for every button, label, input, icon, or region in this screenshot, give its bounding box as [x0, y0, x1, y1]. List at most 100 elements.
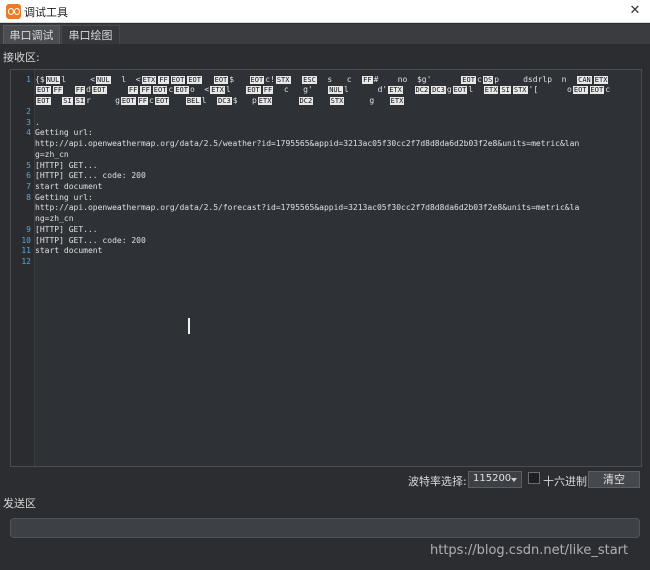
control-char-token: CAN	[577, 76, 592, 84]
binary-text: # no $g'	[373, 75, 461, 84]
control-char-token: ETX	[593, 76, 609, 84]
line-number: 4	[26, 128, 31, 137]
control-char-token: FF	[158, 76, 169, 84]
control-char-token: EOT	[572, 86, 588, 94]
line-number: 11	[21, 246, 31, 255]
receive-text[interactable]: {$ NUL l < NUL l < ETX FF EOT EOT EOT $ EOT c! STX…	[35, 70, 641, 466]
control-char-token: DC3	[431, 86, 446, 94]
binary-text: l	[468, 85, 483, 94]
binary-text	[64, 85, 74, 94]
binary-line: {$ NUL l < NUL l < ETX FF EOT EOT EOT $ EOT c! STX…	[35, 75, 609, 84]
tab-serial-debug[interactable]: 串口调试	[3, 25, 60, 44]
line-number: 5	[26, 161, 31, 170]
binary-text	[203, 75, 213, 84]
binary-text	[273, 96, 297, 105]
title-bar: 调试工具 ✕	[0, 0, 650, 23]
binary-line: EOT SI SI r g EOT FF c EOT BEL l DC3 $ p ETX DC2 …	[35, 96, 405, 105]
log-line: g=zh_cn	[35, 150, 69, 159]
binary-text: o <	[189, 85, 210, 94]
log-line: Getting url:	[35, 128, 93, 137]
log-line: http://api.openweathermap.org/data/2.5/f…	[35, 203, 580, 212]
line-number: 8	[26, 193, 31, 202]
control-char-token: SI	[62, 97, 73, 105]
control-char-token: STX	[512, 86, 528, 94]
control-char-token: EOT	[213, 76, 229, 84]
line-number: 12	[21, 257, 31, 266]
receive-area[interactable]: 1 2 3 4 5 6 7 8 9 10 11 12 {$ NUL l < NUL l…	[10, 69, 642, 467]
control-char-token: EOT	[187, 76, 202, 84]
line-number-gutter: 1 2 3 4 5 6 7 8 9 10 11 12	[11, 70, 35, 466]
control-char-token: ETX	[388, 86, 403, 94]
control-char-token: EOT	[452, 86, 468, 94]
send-input[interactable]	[10, 518, 640, 538]
control-char-token: EOT	[589, 86, 605, 94]
window-title: 调试工具	[24, 6, 68, 19]
binary-text: l	[225, 85, 246, 94]
chevron-down-icon	[511, 478, 517, 482]
hex-checkbox[interactable]	[528, 472, 540, 484]
tab-serial-plot[interactable]: 串口绘图	[61, 25, 120, 44]
baud-rate-label: 波特率选择:	[408, 475, 467, 488]
tab-bar: 串口调试 串口绘图	[0, 24, 650, 44]
line-number: 9	[26, 225, 31, 234]
binary-text: p dsdrlp n	[494, 75, 577, 84]
line-number: 2	[26, 107, 31, 116]
control-char-token: DC2	[298, 97, 314, 105]
clear-button[interactable]: 清空	[588, 471, 640, 488]
control-char-token: EOT	[92, 86, 107, 94]
binary-text: c	[148, 96, 154, 105]
control-char-token: ESC	[302, 76, 317, 84]
binary-line: EOT FF FF d EOT FF FF EOT c EOT o < ETX l EOT FF c …	[35, 85, 610, 94]
control-char-token: DC2	[414, 86, 430, 94]
binary-text: c!	[265, 75, 275, 84]
binary-text: g	[345, 96, 389, 105]
log-line: .	[35, 118, 40, 127]
close-icon[interactable]: ✕	[624, 1, 646, 21]
receive-label: 接收区:	[3, 51, 40, 64]
binary-text: l d'	[343, 85, 388, 94]
binary-text: c	[605, 85, 611, 94]
binary-text: '[ o	[528, 85, 572, 94]
control-char-token: EOT	[461, 76, 476, 84]
control-char-token: DS	[482, 76, 494, 84]
control-char-token: NUL	[96, 76, 111, 84]
binary-text: l <	[111, 75, 141, 84]
baud-rate-value: 115200	[473, 473, 512, 484]
log-line: start document	[35, 182, 103, 191]
control-char-token: EOT	[154, 97, 170, 105]
binary-text: l	[201, 96, 217, 105]
control-char-token: NUL	[328, 86, 343, 94]
binary-text	[314, 96, 328, 105]
control-char-token: EOT	[120, 97, 136, 105]
binary-text: $ p	[232, 96, 257, 105]
log-line: [HTTP] GET... code: 200	[35, 171, 146, 180]
binary-text	[108, 85, 127, 94]
binary-text: r g	[86, 96, 120, 105]
binary-text: $	[229, 75, 249, 84]
app-icon	[6, 4, 21, 19]
control-char-token: SI	[74, 97, 86, 105]
control-char-token: ETX	[257, 97, 273, 105]
baud-rate-select[interactable]: 115200	[468, 471, 522, 488]
binary-text: c	[476, 75, 482, 84]
control-char-token: FF	[262, 86, 274, 94]
control-char-token: BEL	[185, 97, 201, 105]
line-number: 3	[26, 118, 31, 127]
log-line: [HTTP] GET... code: 200	[35, 236, 146, 245]
binary-text	[404, 85, 414, 94]
hex-label: 十六进制	[543, 475, 587, 488]
log-line: ng=zh_cn	[35, 214, 74, 223]
control-char-token: EOT	[170, 76, 186, 84]
line-number: 10	[21, 236, 31, 245]
binary-text: c g'	[274, 85, 328, 94]
control-char-token: FF	[140, 86, 151, 94]
text-cursor-icon	[188, 318, 190, 334]
control-char-token: ETX	[389, 97, 405, 105]
watermark: https://blog.csdn.net/like_start	[430, 543, 629, 558]
binary-text: {$	[35, 75, 45, 84]
control-char-token: STX	[275, 76, 291, 84]
log-line: start document	[35, 246, 103, 255]
control-char-token: FF	[362, 76, 373, 84]
control-char-token: FF	[137, 97, 148, 105]
control-char-token: EOT	[152, 86, 168, 94]
